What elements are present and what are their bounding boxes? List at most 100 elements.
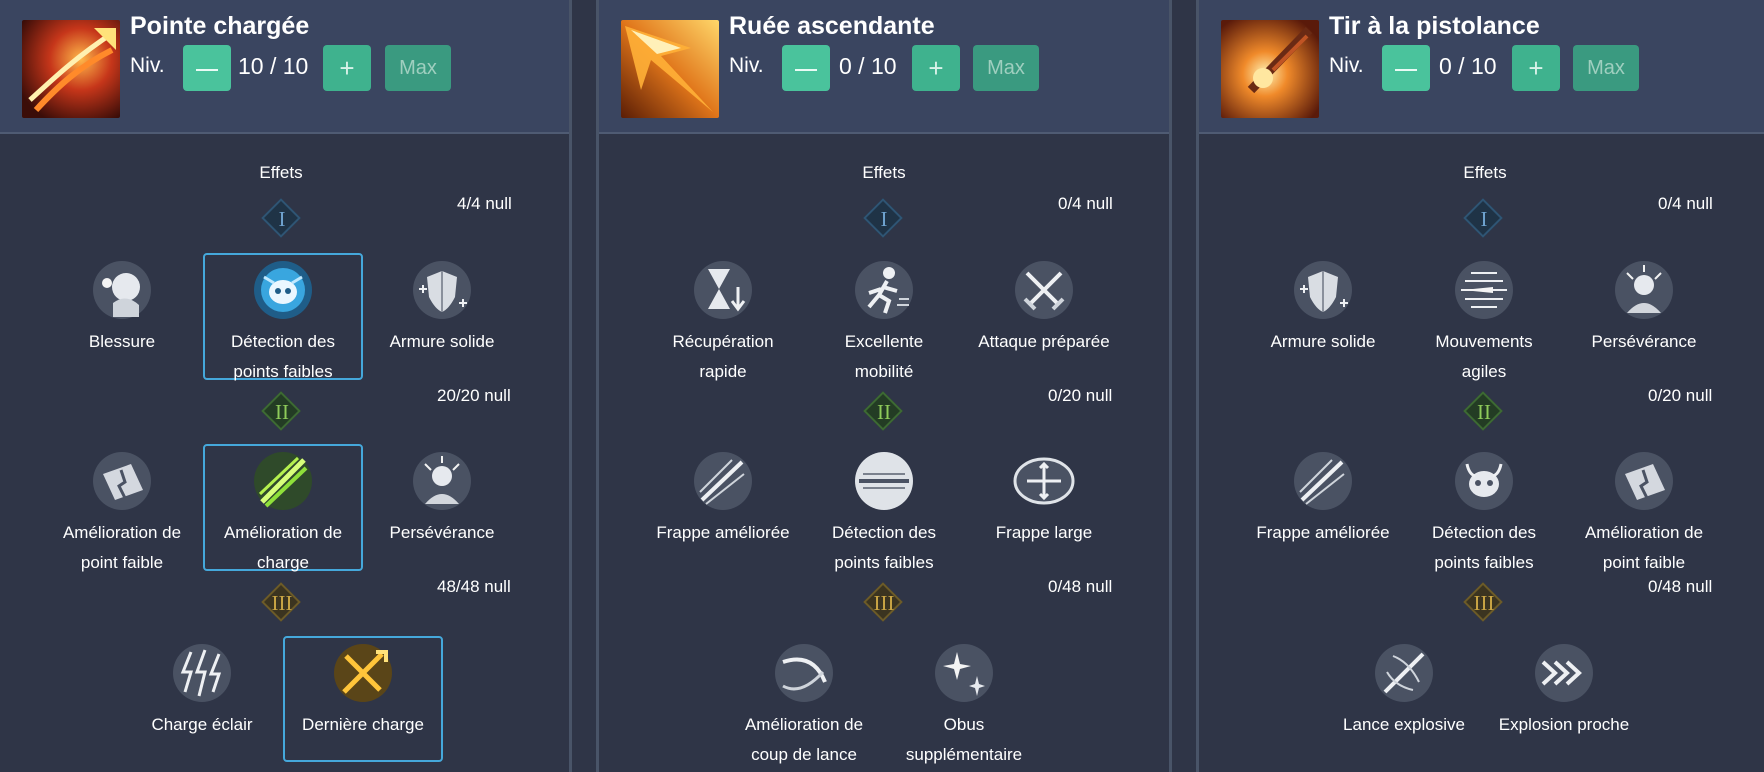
tier-1-badge: I <box>1463 198 1503 238</box>
tripod-label: Récupération rapide <box>672 332 774 381</box>
crossed-swords-icon <box>1013 259 1075 321</box>
tier-2-badge: II <box>261 391 301 431</box>
tripod-node-perseverance[interactable]: Persévérance <box>1564 253 1724 377</box>
tripod-label: Explosion proche <box>1498 715 1630 734</box>
level-label: Niv. <box>130 54 165 77</box>
level-increase-button[interactable]: + <box>912 45 960 91</box>
level-value: 10 / 10 <box>238 53 309 79</box>
level-decrease-button[interactable] <box>183 45 231 91</box>
tripod-node-explosion-proche[interactable]: Explosion proche <box>1484 636 1644 760</box>
expand-arrows-icon <box>1013 450 1075 512</box>
person-aura-icon <box>1613 259 1675 321</box>
level-increase-button[interactable]: + <box>1512 45 1560 91</box>
tripod-label: Frappe améliorée <box>1256 523 1390 542</box>
chevrons-right-icon <box>1533 642 1595 704</box>
skill-panel-pointe-chargee: Pointe chargée Niv. 10 / 10 + Max Effets… <box>0 0 570 772</box>
tier-3-badge: III <box>863 582 903 622</box>
tripod-label: Persévérance <box>389 523 495 542</box>
cracked-armor-icon <box>1613 450 1675 512</box>
tripod-node-frappe-amelioree[interactable]: Frappe améliorée <box>643 444 803 568</box>
gunlance-shot-icon <box>1221 20 1319 118</box>
glowing-skull-icon <box>252 259 314 321</box>
minus-icon <box>196 69 218 71</box>
tripod-node-lance-explosive[interactable]: Lance explosive <box>1324 636 1484 760</box>
tripod-label: Détection des points faibles <box>231 332 335 381</box>
shield-plus-icon <box>1292 259 1354 321</box>
tier-2-badge: II <box>863 391 903 431</box>
tripod-node-mouvements-agiles[interactable]: Mouvements agiles <box>1404 253 1564 381</box>
tripod-node-detection-points-faibles[interactable]: Détection des points faibles <box>804 444 964 572</box>
tier-1-badge: I <box>863 198 903 238</box>
tripod-label: Armure solide <box>1270 332 1376 351</box>
tripod-label: Détection des points faibles <box>1432 523 1536 572</box>
level-increase-button[interactable]: + <box>323 45 371 91</box>
skill-title: Pointe chargée <box>130 12 310 40</box>
effects-label: Effets <box>259 163 303 182</box>
tripod-node-charge-eclair[interactable]: Charge éclair <box>122 636 282 760</box>
skill-panel-ruee-ascendante: Ruée ascendante Niv. 0 / 10 + Max Effets… <box>599 0 1169 772</box>
lightning-bolts-icon <box>171 642 233 704</box>
tripod-node-blessure[interactable]: Blessure <box>42 253 202 377</box>
level-max-button[interactable]: Max <box>973 45 1039 91</box>
tier-2-points: 0/20 null <box>1648 386 1713 405</box>
tripod-node-detection-points-faibles[interactable]: Détection des points faibles <box>1404 444 1564 572</box>
tier-1-badge: I <box>261 198 301 238</box>
level-value: 0 / 10 <box>839 53 897 79</box>
level-label: Niv. <box>1329 54 1364 77</box>
tripod-label: Amélioration de point faible <box>62 523 182 572</box>
tier-3-points: 48/48 null <box>437 577 511 596</box>
tripod-label: Lance explosive <box>1343 715 1465 734</box>
panel-divider <box>1169 0 1172 772</box>
skill-title: Tir à la pistolance <box>1329 12 1540 40</box>
hourglass-arrow-icon <box>692 259 754 321</box>
tripod-node-derniere-charge[interactable]: Dernière charge <box>283 636 443 762</box>
tripod-node-armure-solide[interactable]: Armure solide <box>362 253 522 377</box>
tier-3-points: 0/48 null <box>1048 577 1113 596</box>
lance-burst-icon <box>1373 642 1435 704</box>
tier-2-badge: II <box>1463 391 1503 431</box>
tripod-label: Amélioration de coup de lance <box>744 715 864 764</box>
tier-3-badge: III <box>261 582 301 622</box>
speed-lines-icon <box>1453 259 1515 321</box>
tripod-label: Armure solide <box>389 332 495 351</box>
tripod-node-amelioration-point-faible[interactable]: Amélioration de point faible <box>1564 444 1724 572</box>
tripod-node-frappe-amelioree[interactable]: Frappe améliorée <box>1243 444 1403 568</box>
level-decrease-button[interactable] <box>1382 45 1430 91</box>
tripod-node-detection-points-faibles[interactable]: Détection des points faibles <box>203 253 363 381</box>
tripod-node-excellente-mobilite[interactable]: Excellente mobilité <box>804 253 964 381</box>
lance-swirl-icon <box>773 642 835 704</box>
flame-thrust-icon <box>22 20 120 118</box>
tripod-label: Frappe améliorée <box>656 523 790 542</box>
sword-orb-icon <box>853 450 915 512</box>
tripod-node-amelioration-charge[interactable]: Amélioration de charge <box>203 444 363 572</box>
tripod-label: Persévérance <box>1591 332 1697 351</box>
tripod-node-frappe-large[interactable]: Frappe large <box>964 444 1124 568</box>
skill-panel-tir-pistolance: Tir à la pistolance Niv. 0 / 10 + Max Ef… <box>1199 0 1764 772</box>
panel-divider <box>569 0 572 772</box>
tripod-label: Mouvements agiles <box>1435 332 1533 381</box>
tripod-node-obus-supplementaire[interactable]: Obus supplémentaire <box>884 636 1044 764</box>
effects-label: Effets <box>1463 163 1507 182</box>
skill-title: Ruée ascendante <box>729 12 935 40</box>
level-max-button[interactable]: Max <box>385 45 451 91</box>
tripod-node-armure-solide[interactable]: Armure solide <box>1243 253 1403 377</box>
tripod-node-amelioration-point-faible[interactable]: Amélioration de point faible <box>42 444 202 572</box>
tripod-label: Dernière charge <box>302 715 424 734</box>
tripod-node-amelioration-coup-de-lance[interactable]: Amélioration de coup de lance <box>724 636 884 764</box>
level-max-button[interactable]: Max <box>1573 45 1639 91</box>
tier-1-points: 0/4 null <box>1658 194 1713 213</box>
tripod-node-attaque-preparee[interactable]: Attaque préparée <box>964 253 1124 377</box>
tripod-node-perseverance[interactable]: Persévérance <box>362 444 522 568</box>
tripod-label: Attaque préparée <box>978 332 1110 351</box>
tripod-node-recuperation-rapide[interactable]: Récupération rapide <box>643 253 803 381</box>
rising-rush-icon <box>621 20 719 118</box>
green-slash-icon <box>252 450 314 512</box>
sword-strike-icon <box>1292 450 1354 512</box>
minus-icon <box>795 69 817 71</box>
shield-plus-icon <box>411 259 473 321</box>
sparks-icon <box>933 642 995 704</box>
level-decrease-button[interactable] <box>782 45 830 91</box>
running-figure-icon <box>853 259 915 321</box>
tier-1-points: 4/4 null <box>457 194 512 213</box>
skill-header: Tir à la pistolance Niv. 0 / 10 + Max <box>1199 0 1764 134</box>
